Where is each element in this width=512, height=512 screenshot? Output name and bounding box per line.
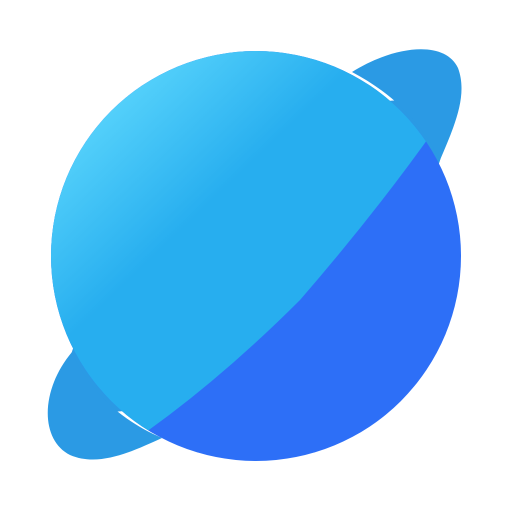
planet-icon [47, 49, 462, 461]
